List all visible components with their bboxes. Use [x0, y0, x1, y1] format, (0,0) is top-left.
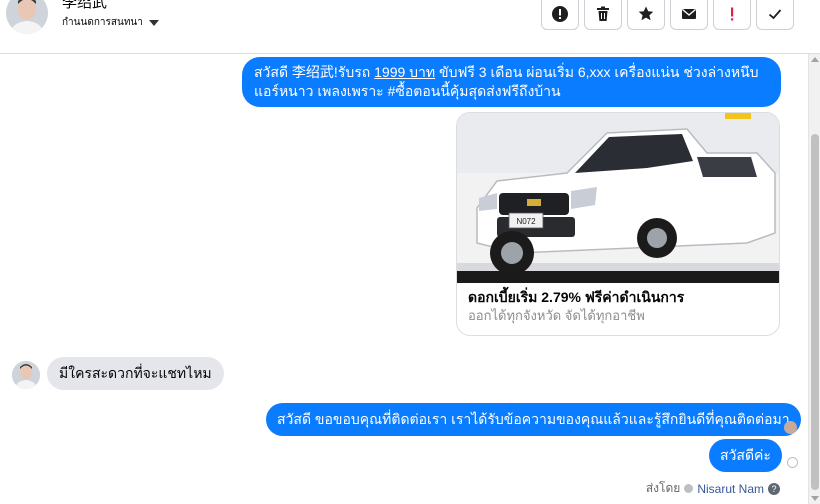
trash-icon	[597, 6, 609, 21]
mark-important-button[interactable]	[713, 0, 751, 30]
car-image: N072	[457, 113, 779, 283]
intro-text-part1: สวัสดี 李绍武!รับรถ	[254, 64, 375, 80]
verified-check-icon	[684, 484, 694, 493]
contact-name[interactable]: 李绍武	[62, 0, 107, 12]
promo-card[interactable]: N072 ดอกเบี้ยเริ่ม 2.79% ฟรีค่าดำเนินการ…	[456, 112, 780, 336]
outgoing-message-intro[interactable]: สวัสดี 李绍武!รับรถ 1999 บาท ขับฟรี 3 เดือน…	[242, 57, 781, 107]
outgoing-message-greeting[interactable]: สวัสดีค่ะ	[709, 439, 782, 472]
star-icon	[638, 6, 654, 20]
license-plate: N072	[516, 217, 536, 226]
sent-by-line: ส่งโดย Nisarut Nam ?	[646, 479, 780, 498]
chevron-down-icon	[148, 19, 159, 26]
conversation-header: 李绍武 กำนนดการสนทนา	[0, 0, 820, 54]
scroll-up-arrow-icon[interactable]	[811, 57, 819, 62]
seen-indicator-avatar	[784, 421, 797, 434]
help-icon[interactable]: ?	[768, 482, 780, 495]
sent-status-icon	[787, 457, 798, 468]
important-icon	[731, 7, 734, 20]
mark-spam-button[interactable]	[541, 0, 579, 30]
sent-by-label: ส่งโดย	[645, 481, 681, 495]
mail-icon	[682, 8, 696, 19]
mark-unread-button[interactable]	[670, 0, 708, 30]
contact-avatar[interactable]	[6, 0, 48, 34]
check-icon	[768, 8, 782, 19]
scrollbar-thumb[interactable]	[811, 134, 819, 490]
conversation-status-dropdown[interactable]: กำนนดการสนทนา	[62, 15, 159, 30]
sender-avatar[interactable]	[12, 361, 40, 389]
scroll-down-arrow-icon[interactable]	[811, 496, 819, 501]
mark-done-button[interactable]	[756, 0, 794, 30]
card-subtitle: ออกได้ทุกจังหวัด จัดได้ทุกอาชีพ	[468, 308, 645, 323]
star-button[interactable]	[627, 0, 665, 30]
spam-icon	[552, 5, 568, 22]
incoming-message[interactable]: มีใครสะดวกที่จะแชทไหม	[47, 357, 224, 390]
sender-name-link[interactable]: Nisarut Nam	[697, 482, 764, 496]
delete-button[interactable]	[584, 0, 622, 30]
conversation-toolbar	[541, 0, 794, 30]
conversation-status-label: กำนนดการสนทนา	[62, 17, 143, 28]
outgoing-message-reply[interactable]: สวัสดี ขอขอบคุณที่ติดต่อเรา เราได้รับข้อ…	[266, 403, 801, 436]
scrollbar[interactable]	[808, 54, 820, 504]
intro-price-link[interactable]: 1999 บาท	[374, 64, 435, 80]
